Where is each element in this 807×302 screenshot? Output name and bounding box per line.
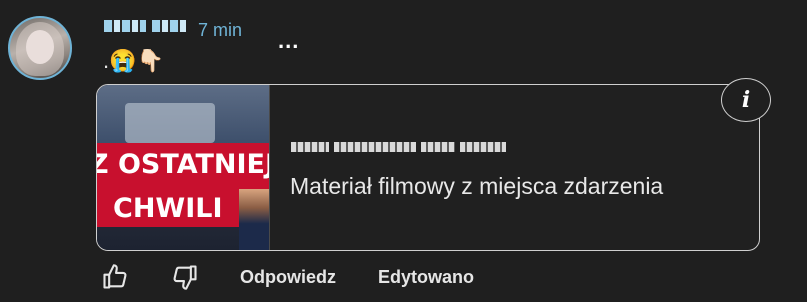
thumbnail-ambulance [125, 103, 215, 143]
comment-timestamp: 7 min [198, 20, 243, 40]
thumbnail-text: CHWILI [113, 193, 223, 224]
like-button[interactable] [100, 262, 130, 292]
domain-redacted-part [334, 142, 416, 152]
more-options-button[interactable]: ... [278, 30, 299, 52]
info-button[interactable]: i [721, 78, 771, 122]
domain-redacted-part [291, 142, 329, 152]
thumbnail-text: Z OSTATNIEJ [97, 149, 269, 180]
redacted-username[interactable] [104, 20, 186, 32]
domain-redacted-part [460, 142, 506, 152]
link-domain-redacted [291, 142, 506, 152]
comment-view: 7 min ... .😭👇🏻 Z OSTATNIEJ CHWILI Materi… [0, 0, 807, 302]
comment-actions: Odpowiedz Edytowano [100, 262, 474, 292]
thumbnail-person [239, 189, 269, 250]
link-title[interactable]: Materiał filmowy z miejsca zdarzenia [290, 173, 663, 200]
avatar-face [26, 30, 54, 64]
domain-redacted-part [421, 142, 455, 152]
link-thumbnail: Z OSTATNIEJ CHWILI [97, 85, 269, 250]
edited-label[interactable]: Edytowano [378, 267, 474, 288]
thumbs-up-icon [103, 264, 127, 289]
dislike-button[interactable] [170, 262, 200, 292]
reply-button[interactable]: Odpowiedz [240, 267, 336, 288]
comment-text: .😭👇🏻 [103, 48, 164, 73]
thumbs-down-icon [173, 265, 197, 290]
username-redacted-part [152, 20, 186, 32]
info-icon: i [741, 87, 751, 113]
card-divider [269, 85, 270, 250]
username-redacted-part [104, 20, 146, 32]
avatar[interactable] [8, 16, 72, 80]
link-preview-card[interactable]: Z OSTATNIEJ CHWILI Materiał filmowy z mi… [96, 84, 760, 251]
